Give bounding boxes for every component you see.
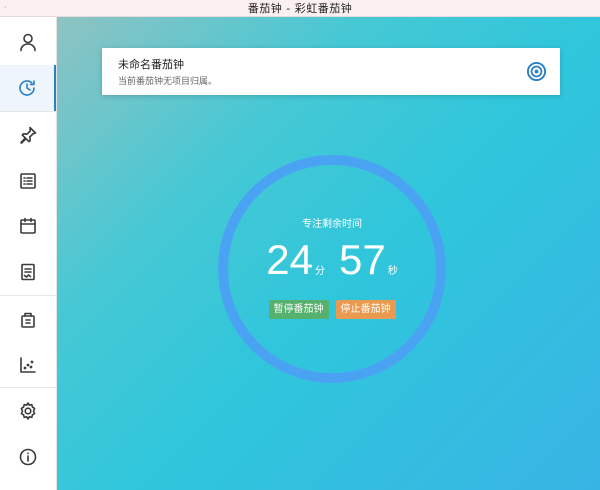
timer-minutes-unit: 分 [315,266,325,277]
window-control-dot[interactable]: · [4,4,7,12]
task-subtitle: 当前番茄钟无项目归属。 [118,77,218,87]
sidebar-item-pomodoro[interactable] [0,65,56,111]
sidebar-item-about[interactable] [0,434,56,480]
calendar-icon [20,217,36,234]
task-card[interactable]: 未命名番茄钟 当前番茄钟无项目归属。 [102,48,560,95]
timer-seconds-unit: 秒 [387,266,398,277]
sidebar-item-settings[interactable] [0,388,56,434]
sidebar-item-statistics[interactable] [0,342,56,388]
timer-minutes: 24 [266,236,313,283]
gear-icon [20,402,36,420]
sidebar-item-pin[interactable] [0,112,56,158]
sidebar-item-calendar[interactable] [0,203,56,249]
title-bar: · 番茄钟 - 彩虹番茄钟 [0,0,600,17]
user-icon [20,33,36,52]
sidebar-item-report[interactable] [0,249,56,295]
package-icon [21,312,35,328]
task-name: 未命名番茄钟 [118,58,184,71]
clock-icon [19,80,35,96]
scatter-chart-icon [20,357,36,373]
sidebar-item-list[interactable] [0,158,56,204]
report-icon [21,263,35,281]
window-title: 番茄钟 - 彩虹番茄钟 [247,2,353,15]
target-icon[interactable] [526,61,547,82]
timer-label: 专注剩余时间 [302,219,362,230]
sidebar-item-package[interactable] [0,297,56,343]
sidebar [0,17,57,490]
info-icon [19,448,37,466]
sidebar-divider [0,295,56,296]
timer-controls: 暂停番茄钟 停止番茄钟 [217,300,447,319]
timer-seconds: 57 [339,236,386,283]
list-icon [20,173,36,189]
stop-pomodoro-button[interactable]: 停止番茄钟 [335,300,396,319]
sidebar-item-profile[interactable] [0,19,56,65]
timer-countdown: 24 分 57 秒 [217,236,447,286]
pomodoro-view: 未命名番茄钟 当前番茄钟无项目归属。 专注剩余时间 24 分 57 秒 暂停番茄… [57,17,600,490]
pin-icon [20,126,37,144]
pause-pomodoro-button[interactable]: 暂停番茄钟 [268,300,329,319]
